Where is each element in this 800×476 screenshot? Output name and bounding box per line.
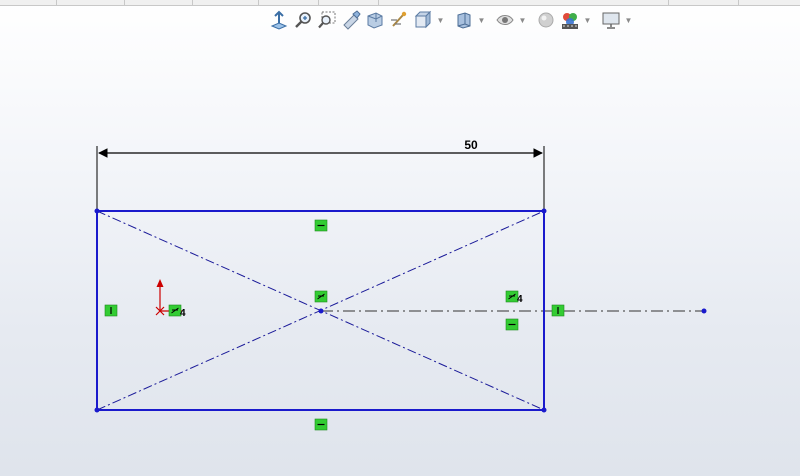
sketch-point[interactable] xyxy=(94,208,100,214)
horizontal-relation-centerline[interactable] xyxy=(505,318,519,331)
width-dimension[interactable]: 50 xyxy=(96,138,545,210)
centerline-endpoint[interactable] xyxy=(701,308,707,314)
vertical-relation-right[interactable] xyxy=(551,304,565,317)
sketch-point[interactable] xyxy=(541,407,547,413)
midpoint-relation-center[interactable] xyxy=(314,290,328,303)
horizontal-relation-top[interactable] xyxy=(314,219,328,232)
coincident-relation-centerline[interactable]: 4 xyxy=(505,290,523,305)
vertical-relation-left[interactable] xyxy=(104,304,118,317)
relation-count-label: 4 xyxy=(180,308,186,319)
dimension-value[interactable]: 50 xyxy=(464,138,478,152)
sketch-canvas[interactable]: 50 4 4 xyxy=(0,0,800,476)
sketch-point[interactable] xyxy=(541,208,547,214)
horizontal-relation-bottom[interactable] xyxy=(314,418,328,431)
center-point[interactable] xyxy=(318,308,324,314)
sketch-point[interactable] xyxy=(94,407,100,413)
coincident-relation-origin[interactable]: 4 xyxy=(168,304,186,319)
construction-lines xyxy=(96,210,704,411)
relation-count-label: 4 xyxy=(517,294,523,305)
